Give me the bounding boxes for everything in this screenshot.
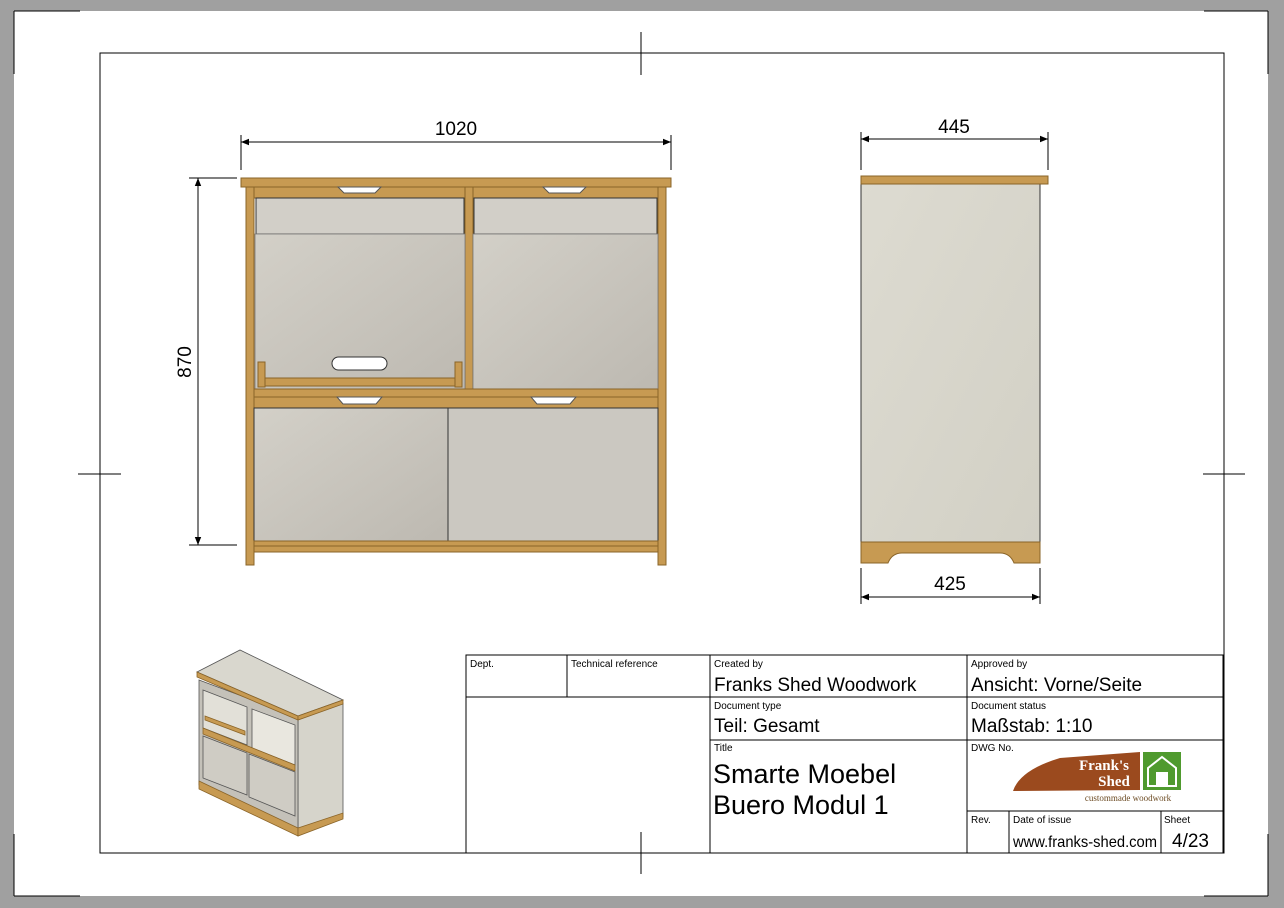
right-post — [657, 185, 667, 566]
bottom-rail — [253, 545, 659, 553]
drawer-front-left — [255, 197, 465, 235]
tray-side-right — [454, 361, 463, 388]
center-post — [464, 185, 474, 392]
isometric-view — [196, 649, 345, 837]
dim-front-width: 1020 — [435, 119, 477, 140]
drawer-handle-cutout — [336, 186, 383, 194]
lower-door-left — [253, 407, 449, 542]
tray-side-left — [257, 361, 266, 388]
drawer-handle-cutout — [541, 186, 588, 194]
date-of-issue-label: Date of issue — [1013, 815, 1072, 826]
drawer-handle-cutout — [335, 396, 384, 405]
middle-shelf — [253, 388, 659, 398]
franks-shed-logo: Frank's Shed custommade woodwork — [1013, 752, 1181, 803]
title-line-2: Buero Modul 1 — [713, 790, 889, 820]
side-top-board — [860, 175, 1049, 185]
document-type-label: Document type — [714, 701, 782, 712]
approved-by-label: Approved by — [971, 659, 1027, 670]
front-view — [240, 177, 672, 566]
dim-side-depth-top: 445 — [938, 117, 970, 138]
sheet-value: 4/23 — [1172, 831, 1209, 852]
technical-drawing: 1020 870 445 425 Dept. Technical referen… — [13, 10, 1269, 897]
drawer-handle-cutout — [529, 396, 578, 405]
dim-side-depth-bottom: 425 — [934, 574, 966, 595]
document-type-value: Teil: Gesamt — [714, 716, 820, 737]
dwg-no-label: DWG No. — [971, 743, 1014, 754]
lower-door-right — [447, 407, 659, 542]
side-plinth — [860, 541, 1041, 564]
dept-label: Dept. — [470, 659, 494, 670]
title-label: Title — [714, 743, 733, 754]
sheet-label: Sheet — [1164, 815, 1190, 826]
top-board — [240, 177, 672, 188]
dim-front-height: 870 — [175, 346, 196, 378]
created-by-value: Franks Shed Woodwork — [714, 675, 917, 696]
document-status-value: Maßstab: 1:10 — [971, 716, 1092, 737]
rev-label: Rev. — [971, 815, 991, 826]
tray-handle-slot — [331, 356, 388, 371]
drawer-front-right — [473, 197, 658, 235]
left-post — [245, 185, 255, 566]
tray-front — [264, 377, 456, 387]
document-status-label: Document status — [971, 701, 1046, 712]
bottom-board — [253, 540, 659, 547]
logo-tagline: custommade woodwork — [1085, 793, 1172, 803]
created-by-label: Created by — [714, 659, 763, 670]
title-line-1: Smarte Moebel — [713, 759, 896, 789]
date-of-issue-value: www.franks-shed.com — [1012, 834, 1157, 851]
bottom-drawer-rail — [253, 396, 659, 409]
technical-reference-label: Technical reference — [571, 659, 658, 670]
side-view — [860, 175, 1049, 564]
logo-line-2: Shed — [1098, 774, 1130, 790]
compartment-right — [472, 233, 659, 390]
approved-by-value: Ansicht: Vorne/Seite — [971, 675, 1142, 696]
side-panel — [860, 183, 1041, 544]
logo-line-1: Frank's — [1079, 758, 1129, 774]
